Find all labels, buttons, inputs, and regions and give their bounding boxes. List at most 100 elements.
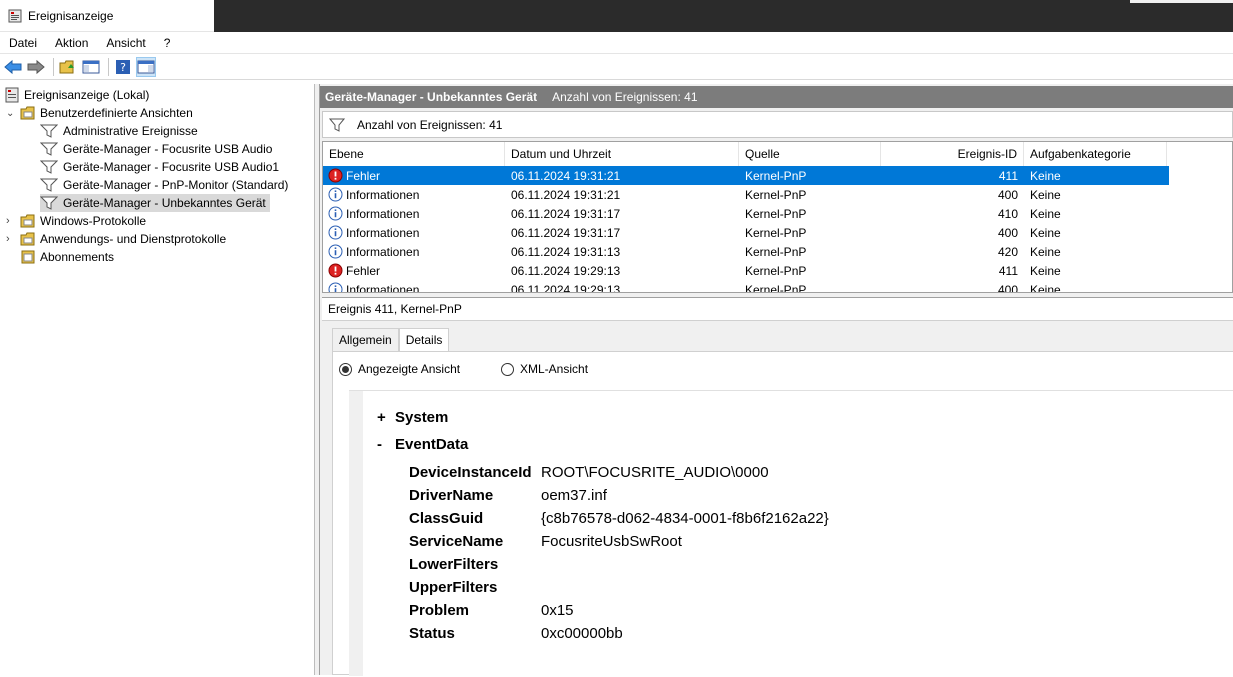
filter-icon (40, 178, 58, 192)
back-button[interactable] (3, 57, 23, 77)
cell-event-id: 400 (997, 187, 1018, 202)
tree-root[interactable]: Ereignisanzeige (Lokal) (4, 86, 149, 104)
detail-title: Ereignis 411, Kernel-PnP (328, 302, 462, 316)
chevron-down-icon[interactable]: ⌄ (6, 108, 20, 119)
cell-event-id: 411 (998, 263, 1018, 278)
tab-allgemein[interactable]: Allgemein (332, 328, 399, 351)
table-row[interactable]: Informationen 06.11.2024 19:31:21 Kernel-P… (323, 185, 1169, 204)
cell-source: Kernel-PnP (745, 244, 807, 259)
field-name: Problem (409, 601, 470, 619)
table-row[interactable]: Informationen 06.11.2024 19:29:13 Kernel-P… (323, 280, 1169, 293)
table-row[interactable]: Fehler 06.11.2024 19:29:13 Kernel-PnP 411 Ke… (323, 261, 1169, 280)
cell-category: Keine (1030, 282, 1061, 293)
section-system[interactable]: + System (377, 409, 448, 426)
console-tree: Ereignisanzeige (Lokal) ⌄ Benutzerdefini… (0, 84, 315, 675)
forward-button[interactable] (26, 57, 46, 77)
menu-help[interactable]: ? (155, 36, 180, 50)
collapse-toggle[interactable]: - (377, 436, 395, 453)
radio-button-checked[interactable] (339, 362, 352, 376)
filter-text: Anzahl von Ereignissen: 41 (357, 117, 503, 132)
title-bar: Ereignisanzeige (0, 0, 1233, 32)
tree-app-logs[interactable]: › Anwendungs- und Dienstprotokolle (6, 230, 226, 248)
filter-icon (40, 196, 58, 210)
cell-event-id: 400 (997, 225, 1018, 240)
info-icon (328, 282, 343, 292)
cell-level-text: Informationen (346, 225, 420, 240)
table-row[interactable]: Informationen 06.11.2024 19:31:17 Kernel-P… (323, 204, 1169, 223)
menu-ansicht[interactable]: Ansicht (97, 36, 154, 50)
column-header-datum[interactable]: Datum und Uhrzeit (505, 142, 739, 166)
menu-aktion[interactable]: Aktion (46, 36, 97, 50)
tree-item-label: Administrative Ereignisse (63, 124, 198, 138)
tree-item-label: Geräte-Manager - Focusrite USB Audio1 (63, 160, 280, 174)
table-row[interactable]: Informationen 06.11.2024 19:31:17 Kernel-P… (323, 223, 1169, 242)
tree-item-focusrite-usb-audio1[interactable]: Geräte-Manager - Focusrite USB Audio1 (40, 158, 279, 176)
event-data-field: ServiceName FocusriteUsbSwRoot (409, 530, 682, 552)
section-system-label: System (395, 409, 449, 426)
column-header-quelle[interactable]: Quelle (739, 142, 881, 166)
menu-datei[interactable]: Datei (0, 36, 46, 50)
cell-level: Informationen (323, 242, 505, 261)
tree-item-label: Geräte-Manager - Focusrite USB Audio (63, 142, 273, 156)
filter-icon (40, 142, 58, 156)
cell-date: 06.11.2024 19:31:13 (511, 244, 621, 259)
table-row[interactable]: Fehler 06.11.2024 19:31:21 Kernel-PnP 411 Ke… (323, 166, 1169, 185)
column-header-aufgabenkategorie[interactable]: Aufgabenkategorie (1024, 142, 1167, 166)
tree-subscriptions[interactable]: Abonnements (20, 248, 114, 266)
folder-icon (20, 214, 35, 228)
field-value: 0x15 (541, 601, 574, 619)
cell-date: 06.11.2024 19:31:17 (511, 206, 621, 221)
cell-source: Kernel-PnP (745, 206, 807, 221)
help-button[interactable]: ? (113, 57, 133, 77)
radio-xml-view[interactable]: XML-Ansicht (501, 362, 588, 376)
chevron-right-icon[interactable]: › (6, 215, 20, 227)
cell-source: Kernel-PnP (745, 168, 807, 183)
radio-button-unchecked[interactable] (501, 362, 514, 376)
cell-level: Fehler (323, 166, 505, 185)
column-header-ereignis-id[interactable]: Ereignis-ID (881, 142, 1024, 166)
cell-event-id: 420 (997, 244, 1018, 259)
open-folder-icon (59, 60, 74, 74)
tree-item-administrative[interactable]: Administrative Ereignisse (40, 122, 198, 140)
cell-level: Informationen (323, 204, 505, 223)
filter-icon (329, 118, 345, 132)
cell-date: 06.11.2024 19:31:17 (511, 225, 621, 240)
tree-item-pnp-monitor[interactable]: Geräte-Manager - PnP-Monitor (Standard) (40, 176, 288, 194)
event-viewer-icon (5, 87, 19, 103)
tab-details[interactable]: Details (398, 328, 450, 351)
event-data-field: Status 0xc00000bb (409, 622, 623, 644)
folder-icon (20, 232, 35, 246)
results-pane: Geräte-Manager - Unbekanntes Gerät Anzah… (320, 84, 1233, 677)
event-data-field: DeviceInstanceId ROOT\FOCUSRITE_AUDIO\000… (409, 461, 769, 483)
cell-category: Keine (1030, 244, 1061, 259)
radio-xml-label: XML-Ansicht (520, 362, 589, 376)
cell-source: Kernel-PnP (745, 187, 807, 202)
tree-custom-views[interactable]: ⌄ Benutzerdefinierte Ansichten (6, 104, 193, 122)
tree-windows-logs[interactable]: › Windows-Protokolle (6, 212, 146, 230)
cell-date: 06.11.2024 19:29:13 (511, 282, 621, 293)
svg-text:?: ? (120, 61, 126, 74)
cell-level: Informationen (323, 280, 505, 292)
tree-item-unbekanntes-geraet[interactable]: Geräte-Manager - Unbekanntes Gerät (40, 194, 270, 212)
table-row[interactable]: Informationen 06.11.2024 19:31:13 Kernel-P… (323, 242, 1169, 261)
open-folder-button[interactable] (58, 57, 78, 77)
pane-header: Geräte-Manager - Unbekanntes Gerät Anzah… (320, 86, 1233, 108)
tree-item-focusrite-usb-audio[interactable]: Geräte-Manager - Focusrite USB Audio (40, 140, 272, 158)
expand-toggle[interactable]: + (377, 409, 395, 426)
console-tree-button[interactable] (81, 57, 101, 77)
action-pane-button[interactable] (136, 57, 156, 77)
field-value: ROOT\FOCUSRITE_AUDIO\0000 (541, 463, 769, 481)
radio-friendly-view[interactable]: Angezeigte Ansicht (339, 362, 460, 376)
event-viewer-app-icon (8, 9, 22, 23)
event-data-field: LowerFilters (409, 553, 541, 575)
subscriptions-icon (21, 250, 35, 264)
menu-bar: Datei Aktion Ansicht ? (0, 32, 1233, 54)
cell-source: Kernel-PnP (745, 282, 807, 293)
column-header-ebene[interactable]: Ebene (323, 142, 505, 166)
chevron-right-icon[interactable]: › (6, 233, 20, 245)
cell-event-id: 400 (997, 282, 1018, 293)
cell-source: Kernel-PnP (745, 225, 807, 240)
field-name: ClassGuid (409, 509, 484, 527)
cell-date: 06.11.2024 19:31:21 (511, 168, 621, 183)
section-eventdata[interactable]: - EventData (377, 436, 468, 453)
